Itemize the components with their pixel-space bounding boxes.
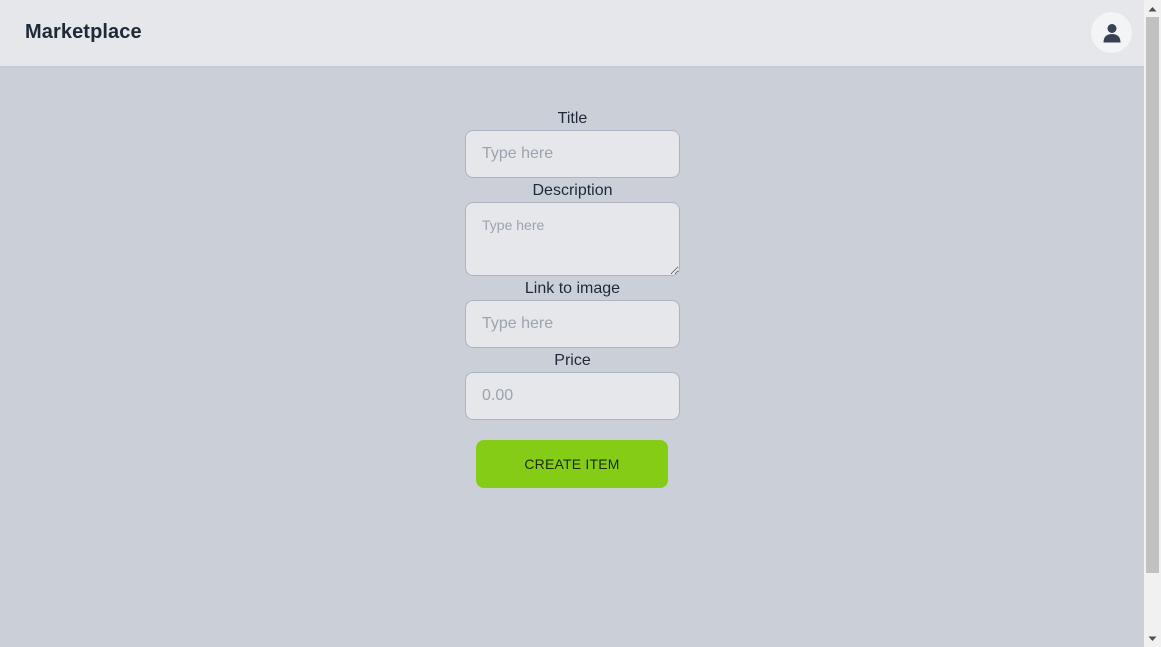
image-link-input[interactable] <box>465 300 680 348</box>
brand-title[interactable]: Marketplace <box>25 21 142 44</box>
main-content: Title Description Link to image Price CR… <box>0 66 1144 647</box>
image-link-label: Link to image <box>524 280 621 297</box>
title-input[interactable] <box>465 130 680 178</box>
scroll-thumb[interactable] <box>1146 17 1159 573</box>
vertical-scrollbar[interactable] <box>1144 0 1161 647</box>
navbar: Marketplace <box>0 0 1144 66</box>
description-textarea[interactable] <box>465 202 680 276</box>
scroll-down-arrow-icon[interactable] <box>1144 630 1161 647</box>
create-item-form: Title Description Link to image Price <box>465 108 680 420</box>
description-label: Description <box>532 182 613 199</box>
app-viewport: Marketplace Title Description Link to im… <box>0 0 1161 647</box>
price-label: Price <box>554 352 591 369</box>
price-input[interactable] <box>465 372 680 420</box>
user-icon <box>1103 23 1120 42</box>
scroll-up-arrow-icon[interactable] <box>1144 0 1161 17</box>
title-label: Title <box>557 110 588 127</box>
user-avatar-button[interactable] <box>1091 12 1132 53</box>
create-item-button[interactable]: CREATE ITEM <box>476 440 668 488</box>
